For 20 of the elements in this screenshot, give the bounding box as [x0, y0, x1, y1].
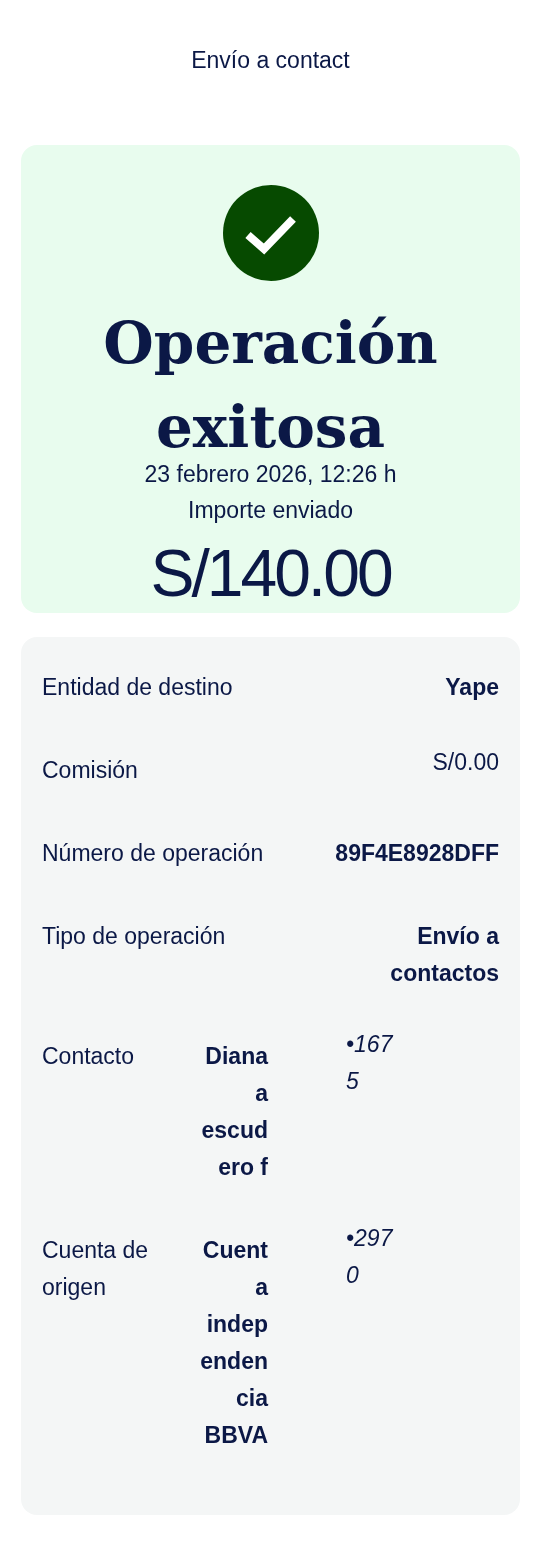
- success-check-icon: [222, 185, 319, 281]
- detail-value: 89F4E8928DFF: [335, 839, 499, 868]
- detail-value: Cuenta independencia BBVA: [199, 1236, 268, 1450]
- status-title: Operación exitosa: [102, 308, 439, 463]
- detail-label: Entidad de destino: [42, 673, 234, 702]
- detail-value: S/0.00: [432, 748, 499, 777]
- amount-label: Importe enviado: [188, 496, 353, 525]
- detail-label: Número de operación: [42, 839, 265, 868]
- detail-label: Comisión: [42, 756, 139, 785]
- detail-label: Tipo de operación: [42, 922, 227, 951]
- operation-date: 23 febrero 2026, 12:26 h: [144, 460, 397, 489]
- detail-label: Cuenta de origen: [42, 1236, 150, 1302]
- screen-title: Envío a contact: [191, 46, 350, 75]
- masked-number: •1675: [346, 1030, 395, 1096]
- detail-label: Contacto: [42, 1042, 136, 1071]
- detail-value: Envío a contactos: [389, 922, 499, 988]
- detail-value: Yape: [445, 673, 499, 702]
- amount-value: S/140.00: [150, 535, 391, 612]
- detail-value: Diana a escudero f: [200, 1042, 268, 1182]
- masked-number: •2970: [346, 1224, 395, 1290]
